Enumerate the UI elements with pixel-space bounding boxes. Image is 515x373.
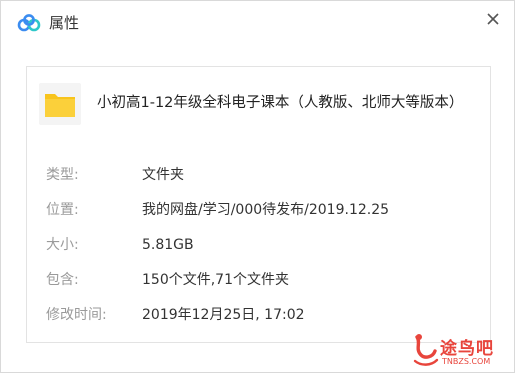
type-value: 文件夹 [142,167,184,183]
contains-label: 包含: [46,272,79,288]
type-label: 类型: [46,167,79,183]
watermark-subtext: TNBZS.COM [442,357,491,366]
title-bar[interactable]: 属性 [1,1,514,45]
contains-value: 150个文件,71个文件夹 [142,272,289,288]
close-button[interactable] [479,5,507,33]
watermark-logo-icon [413,334,439,366]
properties-panel: 小初高1-12年级全科电子课本（人教版、北师大等版本） 类型: 文件夹 位置: … [26,66,491,343]
location-label: 位置: [46,202,79,218]
modified-time-label: 修改时间: [46,307,107,323]
watermark: 途鸟吧 TNBZS.COM [411,331,511,373]
modified-time-value: 2019年12月25日, 17:02 [142,307,305,323]
size-label: 大小: [46,237,79,253]
close-icon[interactable] [479,5,507,33]
location-value: 我的网盘/学习/000待发布/2019.12.25 [142,202,390,218]
folder-icon [39,83,81,125]
size-value: 5.81GB [142,237,194,253]
file-name: 小初高1-12年级全科电子课本（人教版、北师大等版本） [97,95,464,111]
watermark-text: 途鸟吧 [440,339,494,359]
baidu-netdisk-logo-icon [17,14,41,32]
properties-dialog: 属性 小初高1-12年级全科电子课本（人教版、北师大等版本） 类型: 文件夹 位… [0,0,515,373]
dialog-title: 属性 [49,14,80,32]
